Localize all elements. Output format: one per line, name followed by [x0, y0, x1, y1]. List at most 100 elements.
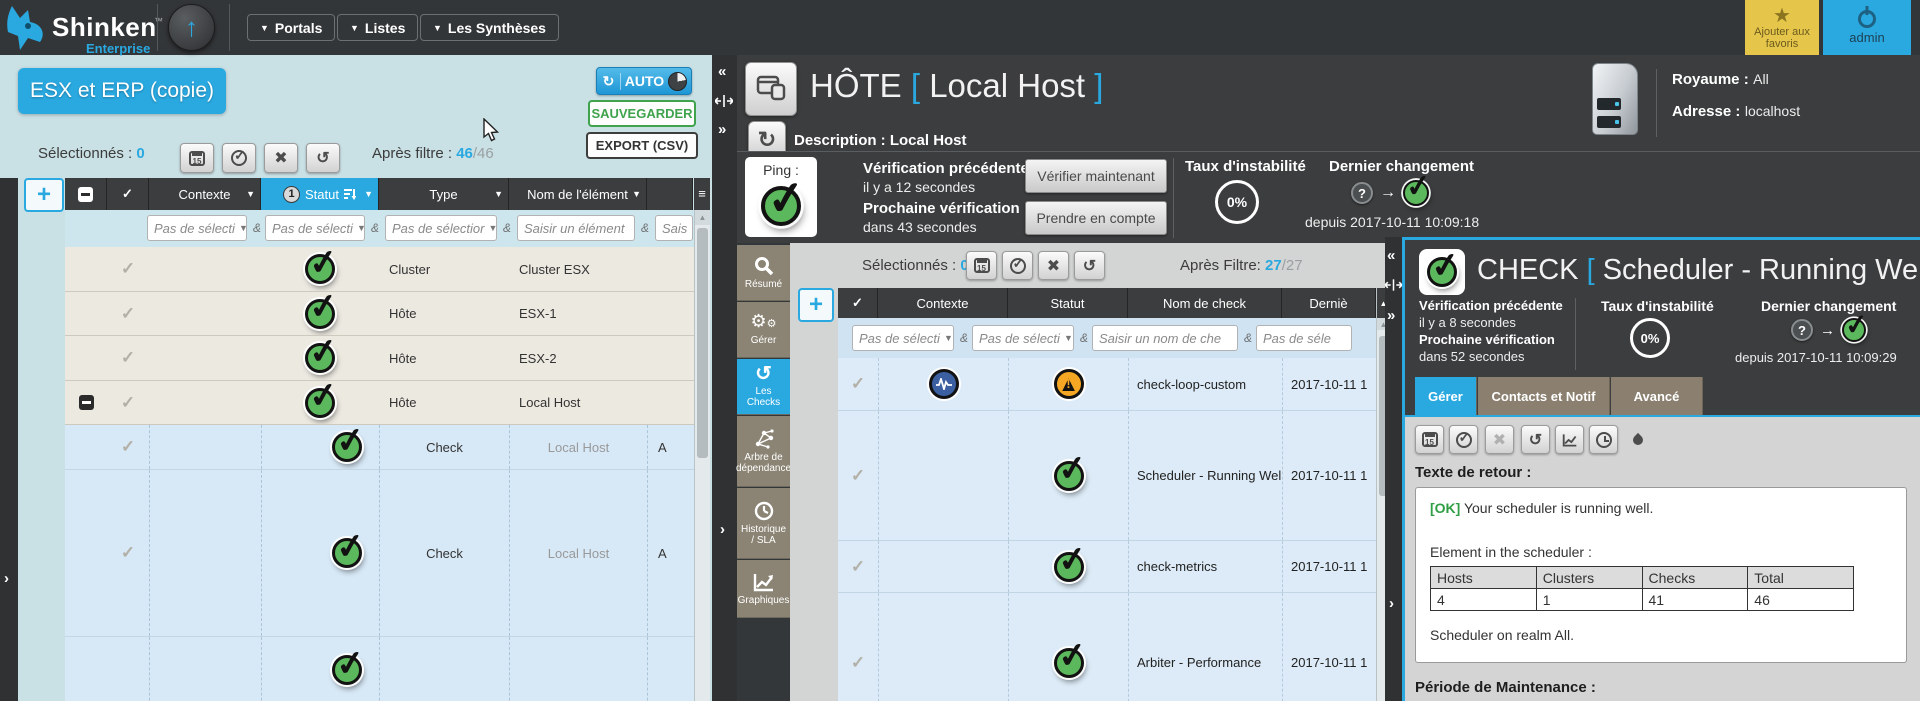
- column-header-nom[interactable]: Nom de l'élément▼: [509, 178, 647, 210]
- column-header-type[interactable]: Type▼: [379, 178, 509, 210]
- scroll-top-button[interactable]: ↑: [168, 4, 215, 51]
- sidebar-item-resume[interactable]: Résumé: [737, 245, 790, 301]
- save-button[interactable]: SAUVEGARDER: [588, 100, 696, 127]
- acknowledge-button[interactable]: Prendre en compte: [1025, 201, 1167, 235]
- column-header-extra[interactable]: [647, 178, 693, 210]
- row-check-icon[interactable]: ✓: [121, 304, 135, 324]
- export-csv-button[interactable]: EXPORT (CSV): [586, 132, 698, 159]
- column-header-nom-check[interactable]: Nom de check: [1128, 288, 1282, 318]
- acknowledge-button[interactable]: [1002, 251, 1033, 280]
- resize-icon[interactable]: [1385, 279, 1402, 291]
- admin-user-button[interactable]: admin: [1823, 0, 1911, 55]
- tab-contacts-notif[interactable]: Contacts et Notif: [1478, 377, 1610, 415]
- table-row[interactable]: ✓ ClusterCluster ESX: [65, 247, 694, 292]
- schedule-downtime-button[interactable]: [180, 143, 214, 173]
- filter-statut-dropdown[interactable]: Pas de sélecti▼: [972, 325, 1074, 351]
- tools-button[interactable]: ✖: [264, 143, 298, 173]
- column-header-contexte[interactable]: Contexte▼: [149, 178, 261, 210]
- expand-panel-icon[interactable]: ›: [1389, 595, 1394, 612]
- collapse-all-header[interactable]: [65, 178, 107, 210]
- menu-portals[interactable]: ▼Portals: [247, 14, 335, 41]
- check-type-button[interactable]: [1419, 249, 1465, 295]
- sidebar-item-gerer[interactable]: ⚙⚙ Gérer: [737, 302, 790, 358]
- menu-listes[interactable]: ▼Listes: [337, 14, 418, 41]
- reset-button[interactable]: ↺: [1074, 251, 1105, 280]
- column-header-contexte[interactable]: Contexte: [878, 288, 1008, 318]
- sidebar-item-les-checks[interactable]: ↺ Les Checks: [737, 359, 790, 415]
- table-row[interactable]: ✓ CheckLocal HostA: [65, 425, 694, 470]
- row-check-icon[interactable]: ✓: [851, 466, 865, 486]
- filter-name-input[interactable]: Saisir un nom de che: [1092, 325, 1238, 351]
- acknowledge-button[interactable]: [1449, 425, 1478, 454]
- scrollbar-thumb[interactable]: [697, 228, 708, 458]
- tools-button[interactable]: ✖: [1038, 251, 1069, 280]
- tab-gerer[interactable]: Gérer: [1415, 377, 1477, 415]
- shinken-logo[interactable]: Shinken ™ Enterprise: [6, 4, 156, 52]
- menu-syntheses[interactable]: ▼Les Synthèses: [420, 14, 559, 41]
- reset-button[interactable]: ↺: [1521, 425, 1550, 454]
- tools-button[interactable]: ✖: [1485, 425, 1514, 454]
- sidebar-item-historique[interactable]: Historique / SLA: [737, 488, 790, 559]
- graph-button[interactable]: [1555, 425, 1584, 454]
- host-type-button[interactable]: [745, 62, 797, 116]
- add-favorites-button[interactable]: ★ Ajouter aux favoris: [1745, 0, 1819, 55]
- auto-refresh-toggle[interactable]: ↻ AUTO: [596, 67, 692, 95]
- row-check-icon[interactable]: ✓: [851, 374, 865, 394]
- collapse-left-icon[interactable]: «: [1387, 247, 1395, 264]
- filter-extra-input[interactable]: Sais: [655, 215, 693, 241]
- table-row[interactable]: ✓ check-metrics 2017-10-11 1: [838, 541, 1376, 593]
- select-all-header[interactable]: ✓: [107, 178, 149, 210]
- row-check-icon[interactable]: ✓: [121, 437, 135, 457]
- table-row[interactable]: [65, 637, 694, 701]
- row-check-icon[interactable]: ✓: [851, 653, 865, 673]
- filter-type-dropdown[interactable]: Pas de sélectior▼: [385, 215, 497, 241]
- row-check-icon[interactable]: ✓: [121, 543, 135, 563]
- filter-contexte-dropdown[interactable]: Pas de sélecti▼: [147, 215, 247, 241]
- expand-panel-icon[interactable]: ›: [720, 521, 725, 538]
- reset-button[interactable]: ↺: [306, 143, 340, 173]
- list-title-button[interactable]: ESX et ERP (copie): [18, 68, 226, 114]
- column-header-statut[interactable]: 1 Statut ▼: [261, 178, 379, 210]
- list-scrollbar[interactable]: ▲: [694, 210, 710, 701]
- selected-count: Sélectionnés : 0: [38, 145, 145, 162]
- last-change-icons: ? →: [1351, 180, 1429, 206]
- row-check-icon[interactable]: ✓: [121, 259, 135, 279]
- filter-statut-dropdown[interactable]: Pas de sélecti▼: [265, 215, 365, 241]
- row-check-icon[interactable]: ✓: [121, 348, 135, 368]
- scroll-up-icon[interactable]: ▲: [695, 210, 710, 225]
- table-row[interactable]: ✓ HôteLocal Host: [65, 381, 694, 425]
- table-row[interactable]: ✓ HôteESX-1: [65, 292, 694, 336]
- column-header-derniere[interactable]: Derniè: [1282, 288, 1376, 318]
- table-row[interactable]: ✓ HôteESX-2: [65, 336, 694, 381]
- schedule-downtime-button[interactable]: [1415, 425, 1444, 454]
- collapse-row-icon[interactable]: [79, 395, 94, 410]
- history-button[interactable]: [1589, 425, 1618, 454]
- tab-avance[interactable]: Avancé: [1611, 377, 1703, 415]
- row-check-icon[interactable]: ✓: [851, 557, 865, 577]
- select-all-header[interactable]: ✓: [838, 288, 878, 318]
- resize-icon[interactable]: [715, 95, 733, 107]
- column-chooser-button[interactable]: ≡: [694, 178, 710, 210]
- row-check-icon[interactable]: ✓: [121, 393, 135, 413]
- collapse-right-icon[interactable]: »: [1387, 307, 1395, 324]
- table-row[interactable]: ✓ CheckLocal HostA: [65, 470, 694, 637]
- sidebar-item-graphiques[interactable]: Graphiques: [737, 560, 790, 618]
- check-now-button[interactable]: Vérifier maintenant: [1025, 159, 1167, 193]
- column-header-statut[interactable]: Statut: [1008, 288, 1128, 318]
- chart-icon: [1562, 433, 1578, 447]
- add-row-button[interactable]: +: [24, 178, 64, 212]
- sidebar-item-arbre[interactable]: Arbre de dépendance: [737, 416, 790, 487]
- filter-name-input[interactable]: Saisir un élément: [517, 215, 635, 241]
- table-row[interactable]: ✓ Scheduler - Running Well 2017-10-11 1: [838, 411, 1376, 541]
- add-row-button[interactable]: +: [798, 288, 834, 322]
- table-row[interactable]: ✓ Arbiter - Performance 2017-10-11 1: [838, 593, 1376, 701]
- schedule-downtime-button[interactable]: [966, 251, 997, 280]
- expand-panel-icon[interactable]: ›: [4, 570, 9, 587]
- filter-last-dropdown[interactable]: Pas de séle: [1256, 325, 1352, 351]
- collapse-right-icon[interactable]: »: [718, 121, 726, 138]
- table-row[interactable]: ✓ check-loop-custom 2017-10-11 1: [838, 358, 1376, 411]
- acknowledge-button[interactable]: [222, 143, 256, 173]
- filter-contexte-dropdown[interactable]: Pas de sélecti▼: [852, 325, 954, 351]
- pin-button[interactable]: [1623, 425, 1652, 454]
- collapse-left-icon[interactable]: «: [718, 63, 726, 80]
